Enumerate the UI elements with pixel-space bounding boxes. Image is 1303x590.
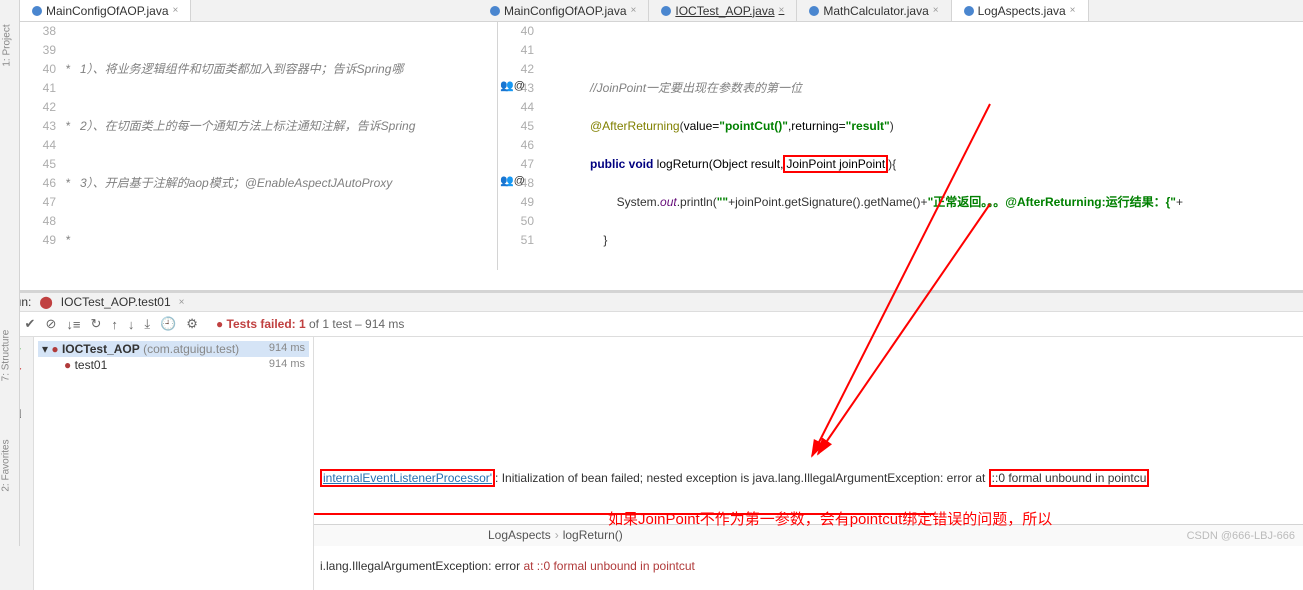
export-icon[interactable]: ⤓	[144, 316, 150, 332]
test-status-tail: of 1 test – 914 ms	[306, 317, 405, 331]
test-tree[interactable]: ▾ ● IOCTest_AOP (com.atguigu.test) 914 m…	[34, 337, 314, 590]
editor-left[interactable]: 383940414243444546474849 * 1）、将业务逻辑组件和切面…	[20, 22, 498, 270]
fail-icon: ●	[64, 358, 71, 372]
clock-icon[interactable]: ↻	[90, 316, 101, 332]
test-status: Tests failed: 1	[227, 317, 306, 331]
gutter-run-icon[interactable]: 👥@	[500, 174, 525, 187]
highlight-processor: internalEventListenerProcessor'	[320, 469, 495, 487]
editor-right[interactable]: 404142434445464748495051 //JoinPoint一定要出…	[498, 22, 1303, 270]
tab-ioctest[interactable]: IOCTest_AOP.java ×	[649, 0, 797, 21]
tab-label: MainConfigOfAOP.java	[46, 4, 169, 18]
run-config-icon: ⬤	[39, 295, 52, 309]
tab-logaspects[interactable]: LogAspects.java ×	[952, 0, 1089, 21]
proj-tool[interactable]: 1: Project	[2, 24, 13, 66]
gear-icon[interactable]: ⚙	[186, 316, 198, 332]
highlight-error: ::0 formal unbound in pointcu	[989, 469, 1150, 487]
close-icon[interactable]: ×	[173, 5, 179, 16]
prev-icon[interactable]: ↑	[111, 317, 118, 332]
code-right[interactable]: //JoinPoint一定要出现在参数表的第一位 @AfterReturning…	[540, 22, 1303, 270]
java-icon	[32, 6, 42, 16]
tab-mainconfig-r[interactable]: MainConfigOfAOP.java ×	[478, 0, 649, 21]
tab-label: MathCalculator.java	[823, 4, 928, 18]
console[interactable]: internalEventListenerProcessor': Initial…	[314, 337, 1303, 590]
pass-filter-icon[interactable]: ✔	[25, 316, 36, 332]
right-tabs: MainConfigOfAOP.java× IOCTest_AOP.java× …	[478, 0, 1303, 22]
history-icon[interactable]: 🕘	[160, 316, 176, 332]
fail-filter-icon[interactable]: ⊘	[45, 316, 56, 332]
test-root[interactable]: ▾ ● IOCTest_AOP (com.atguigu.test) 914 m…	[38, 341, 309, 357]
sort-icon[interactable]: ↓≡	[66, 317, 80, 332]
tab-mainconfig[interactable]: MainConfigOfAOP.java ×	[20, 0, 191, 21]
structure-tool[interactable]: 7: Structure	[0, 330, 11, 382]
tool-sidebar: 1: Project	[0, 0, 20, 290]
tab-math[interactable]: MathCalculator.java ×	[797, 0, 951, 21]
tool-sidebar-lower: 7: Structure 2: Favorites	[0, 290, 20, 546]
close-icon[interactable]: ×	[631, 5, 637, 16]
chevron-down-icon: ▾	[42, 342, 48, 356]
next-icon[interactable]: ↓	[128, 317, 135, 332]
run-config[interactable]: IOCTest_AOP.test01	[61, 295, 171, 309]
gutter-run-icon[interactable]: 👥@	[500, 79, 525, 92]
test-toolbar: ▾ ✔ ⊘ ↓≡ ↻ ↑ ↓ ⤓ 🕘 ⚙ ● Tests failed: 1 o…	[0, 312, 1303, 337]
annotation-note: 如果JoinPoint不作为第一参数，会有pointcut绑定错误的问题，所以	[608, 508, 1052, 529]
favorites-tool[interactable]: 2: Favorites	[1, 439, 12, 491]
watermark: CSDN @666-LBJ-666	[1187, 530, 1295, 542]
joinpoint-param-1: JoinPoint joinPoint	[783, 155, 888, 173]
close-icon[interactable]: ×	[779, 5, 785, 16]
tab-label: IOCTest_AOP.java	[675, 4, 774, 18]
close-icon[interactable]: ×	[1070, 5, 1076, 16]
left-tabs: MainConfigOfAOP.java ×	[20, 0, 478, 22]
code-left[interactable]: * 1）、将业务逻辑组件和切面类都加入到容器中；告诉Spring哪 * 2）、在…	[62, 22, 497, 270]
error-link[interactable]: internalEventListenerProcessor'	[323, 471, 492, 485]
test-item[interactable]: ● test01 914 ms	[38, 357, 309, 373]
tab-label: MainConfigOfAOP.java	[504, 4, 627, 18]
java-icon	[490, 6, 500, 16]
close-icon[interactable]: ×	[179, 297, 185, 308]
gutter: 383940414243444546474849	[20, 22, 62, 270]
gutter: 404142434445464748495051	[498, 22, 540, 270]
java-icon	[964, 6, 974, 16]
fail-icon: ●	[216, 317, 223, 331]
java-icon	[661, 6, 671, 16]
fail-icon: ●	[51, 342, 58, 356]
java-icon	[809, 6, 819, 16]
tab-label: LogAspects.java	[978, 4, 1066, 18]
close-icon[interactable]: ×	[933, 5, 939, 16]
